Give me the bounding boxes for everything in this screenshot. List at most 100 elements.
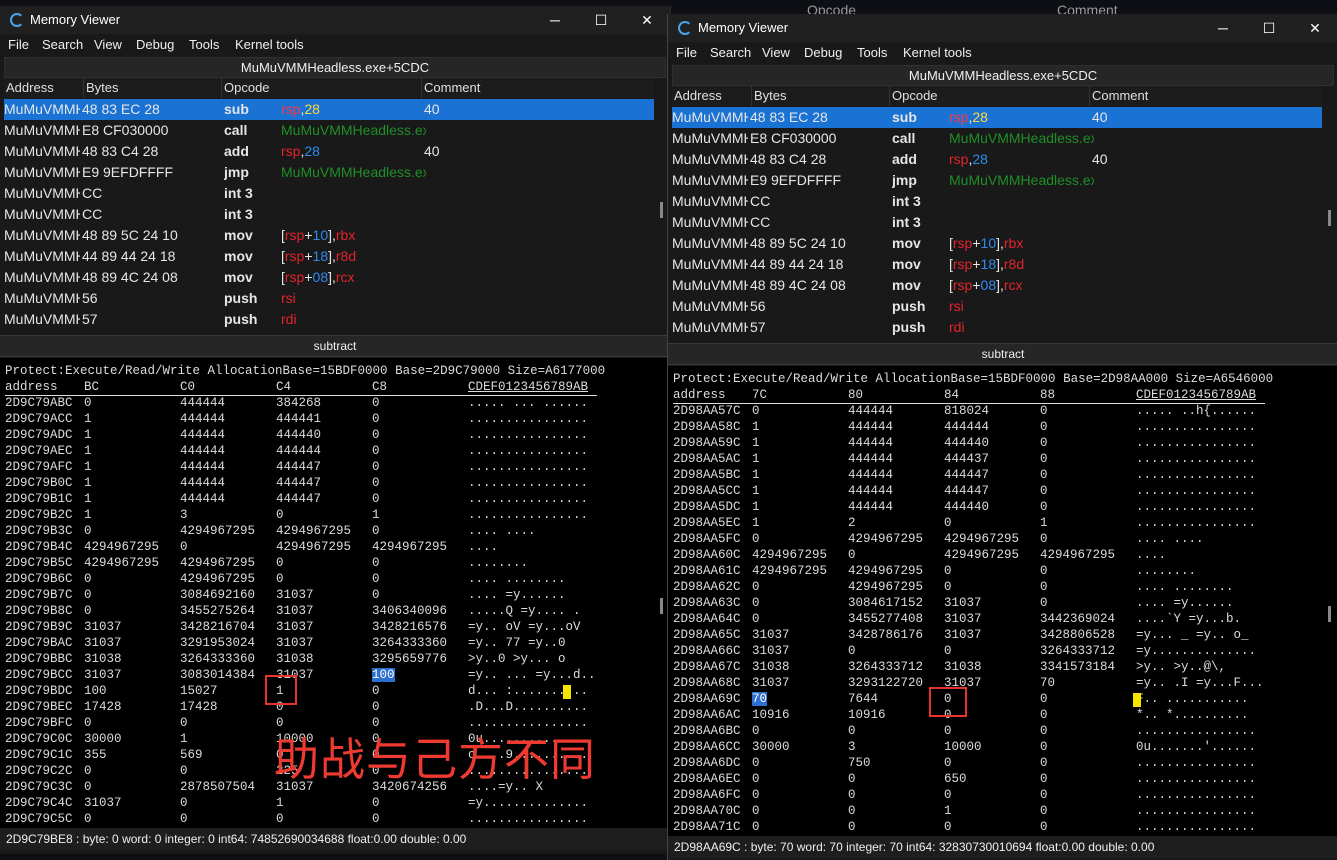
hex-row[interactable]: 2D9C79B1C 1 444444 444447 0................: [5, 492, 625, 508]
hex-row[interactable]: 2D9C79BDC 100 15027 1 0 d... :..........: [5, 684, 625, 700]
column-bytes[interactable]: Bytes: [752, 86, 890, 106]
menu-view[interactable]: View: [762, 45, 790, 60]
disassembler-scrollbar[interactable]: [660, 202, 663, 218]
hex-row[interactable]: 2D9C79BBC 31038 3264333360 31038 3295659776 >…: [5, 652, 625, 668]
hex-row[interactable]: 2D9C79BEC 17428 17428 0 0 .D...D..........: [5, 700, 625, 716]
menu-search[interactable]: Search: [42, 37, 83, 52]
column-comment[interactable]: Comment: [422, 78, 654, 98]
hex-row[interactable]: 2D98AA6DC 0 750 0 0................: [673, 756, 1293, 772]
menu-tools[interactable]: Tools: [857, 45, 887, 60]
hex-row[interactable]: 2D9C79AEC 1 444444 444444 0................: [5, 444, 625, 460]
hex-row[interactable]: 2D98AA6EC 0 0 650 0................: [673, 772, 1293, 788]
hex-row[interactable]: 2D98AA63C 0 3084617152 31037 0 .... =y......: [673, 596, 1293, 612]
maximize-button[interactable]: ☐: [1246, 14, 1292, 42]
column-opcode[interactable]: Opcode: [890, 86, 1090, 106]
menu-tools[interactable]: Tools: [189, 37, 219, 52]
disasm-row[interactable]: MuMuVMMHeadless.exe+5CE548 83 C4 28 add rs…: [4, 141, 654, 162]
disasm-row[interactable]: MuMuVMMHeadless.exe+5CEFCC int 3: [672, 212, 1322, 233]
hex-row[interactable]: 2D98AA5DC 1 444444 444440 0................: [673, 500, 1293, 516]
disasm-row[interactable]: MuMuVMMHeadless.exe+5D0057 push rdi: [672, 317, 1322, 338]
column-address[interactable]: Address: [4, 78, 84, 98]
hex-row[interactable]: 2D98AA71C 0 0 0 0................: [673, 820, 1293, 836]
hex-row[interactable]: 2D98AA6CC 30000 3 10000 0 0u.......'......: [673, 740, 1293, 756]
disasm-row[interactable]: MuMuVMMHeadless.exe+5CF544 89 44 24 18 mo…: [4, 246, 654, 267]
menu-search[interactable]: Search: [710, 45, 751, 60]
menu-kernel-tools[interactable]: Kernel tools: [235, 37, 304, 52]
disasm-row[interactable]: MuMuVMMHeadless.exe+5D0057 push rdi: [4, 309, 654, 330]
disassembler-scrollbar[interactable]: [1328, 210, 1331, 226]
close-button[interactable]: ✕: [1292, 14, 1337, 42]
hex-row[interactable]: 2D98AA69C 70 7644 0 0 F.. ...........: [673, 692, 1293, 708]
hex-row[interactable]: 2D98AA59C 1 444444 444440 0................: [673, 436, 1293, 452]
disasm-row[interactable]: MuMuVMMHeadless.exe+5CE0E8 CF030000 call M…: [4, 120, 654, 141]
hex-scrollbar[interactable]: [660, 598, 663, 614]
disasm-row[interactable]: MuMuVMMHeadless.exe+5CFF56 push rsi: [672, 296, 1322, 317]
disasm-row[interactable]: MuMuVMMHeadless.exe+5CDC48 83 EC 28 sub rs…: [672, 107, 1322, 128]
disasm-row[interactable]: MuMuVMMHeadless.exe+5CFA48 89 4C 24 08 mo…: [672, 275, 1322, 296]
minimize-button[interactable]: ─: [532, 6, 578, 34]
hex-row[interactable]: 2D9C79B3C 0 4294967295 4294967295 0 .... ....: [5, 524, 625, 540]
hex-row[interactable]: 2D98AA62C 0 4294967295 0 0 .... ........: [673, 580, 1293, 596]
close-button[interactable]: ✕: [624, 6, 670, 34]
column-opcode[interactable]: Opcode: [222, 78, 422, 98]
menu-file[interactable]: File: [8, 37, 29, 52]
hex-row[interactable]: 2D98AA5BC 1 444444 444447 0................: [673, 468, 1293, 484]
hex-row[interactable]: 2D9C79ACC 1 444444 444441 0................: [5, 412, 625, 428]
hex-row[interactable]: 2D98AA64C 0 3455277408 31037 3442369024 ....`…: [673, 612, 1293, 628]
hex-row[interactable]: 2D9C79B7C 0 3084692160 31037 0 .... =y......: [5, 588, 625, 604]
hex-row[interactable]: 2D98AA61C 4294967295 4294967295 0 0 ........: [673, 564, 1293, 580]
disasm-row[interactable]: MuMuVMMHeadless.exe+5CE548 83 C4 28 add rs…: [672, 149, 1322, 170]
disasm-row[interactable]: MuMuVMMHeadless.exe+5CE0E8 CF030000 call M…: [672, 128, 1322, 149]
hex-row[interactable]: 2D98AA57C 0 444444 818024 0 ..... ..h{......: [673, 404, 1293, 420]
menu-debug[interactable]: Debug: [136, 37, 174, 52]
hex-row[interactable]: 2D98AA6AC 10916 10916 0 0 *.. *..........: [673, 708, 1293, 724]
hex-row[interactable]: 2D9C79B2C 1 3 0 1................: [5, 508, 625, 524]
disasm-row[interactable]: MuMuVMMHeadless.exe+5CFF56 push rsi: [4, 288, 654, 309]
hex-row[interactable]: 2D98AA65C 31037 3428786176 31037 3428806528 =…: [673, 628, 1293, 644]
hex-row[interactable]: 2D98AA6BC 0 0 0 0................: [673, 724, 1293, 740]
hex-row[interactable]: 2D98AA66C 31037 0 0 3264333712 =y............…: [673, 644, 1293, 660]
menu-kernel-tools[interactable]: Kernel tools: [903, 45, 972, 60]
disasm-row[interactable]: MuMuVMMHeadless.exe+5CF048 89 5C 24 10 mo…: [672, 233, 1322, 254]
hex-row[interactable]: 2D98AA5AC 1 444444 444437 0................: [673, 452, 1293, 468]
menu-view[interactable]: View: [94, 37, 122, 52]
hex-scrollbar[interactable]: [1328, 606, 1331, 622]
hex-row[interactable]: 2D9C79B6C 0 4294967295 0 0 .... ........: [5, 572, 625, 588]
hex-row[interactable]: 2D9C79B4C 4294967295 0 4294967295 4294967295…: [5, 540, 625, 556]
hex-row[interactable]: 2D98AA70C 0 0 1 0................: [673, 804, 1293, 820]
hex-row[interactable]: 2D98AA68C 31037 3293122720 31037 70 =y.. .I =…: [673, 676, 1293, 692]
hex-row[interactable]: 2D9C79BCC 31037 3083014384 31037 100 =y.. ...…: [5, 668, 625, 684]
hex-row[interactable]: 2D9C79B8C 0 3455275264 31037 3406340096.....…: [5, 604, 625, 620]
disasm-row[interactable]: MuMuVMMHeadless.exe+5CF048 89 5C 24 10 mo…: [4, 225, 654, 246]
address-bar[interactable]: MuMuVMMHeadless.exe+5CDC: [672, 65, 1334, 86]
disasm-row[interactable]: MuMuVMMHeadless.exe+5CF544 89 44 24 18 mo…: [672, 254, 1322, 275]
column-comment[interactable]: Comment: [1090, 86, 1322, 106]
menu-file[interactable]: File: [676, 45, 697, 60]
hex-row[interactable]: 2D98AA67C 31038 3264333712 31038 3341573184 >…: [673, 660, 1293, 676]
hex-row[interactable]: 2D9C79AFC 1 444444 444447 0................: [5, 460, 625, 476]
disasm-row[interactable]: MuMuVMMHeadless.exe+5CEECC int 3: [672, 191, 1322, 212]
hex-view[interactable]: Protect:Execute/Read/Write AllocationBas…: [668, 366, 1337, 836]
hex-row[interactable]: 2D98AA58C 1 444444 444444 0................: [673, 420, 1293, 436]
hex-row[interactable]: 2D9C79ADC 1 444444 444440 0................: [5, 428, 625, 444]
address-bar[interactable]: MuMuVMMHeadless.exe+5CDC: [4, 57, 666, 78]
column-address[interactable]: Address: [672, 86, 752, 106]
hex-row[interactable]: 2D9C79ABC 0 444444 384268 0 ..... ... ......: [5, 396, 625, 412]
hex-row[interactable]: 2D98AA6FC 0 0 0 0................: [673, 788, 1293, 804]
hex-row[interactable]: 2D98AA5EC 1 2 0 1................: [673, 516, 1293, 532]
hex-row[interactable]: 2D9C79C4C 31037 0 1 0 =y..............: [5, 796, 625, 812]
hex-row[interactable]: 2D98AA5FC 0 4294967295 4294967295 0 .... ....: [673, 532, 1293, 548]
hex-row[interactable]: 2D9C79BAC 31037 3291953024 31037 3264333360 =…: [5, 636, 625, 652]
disasm-row[interactable]: MuMuVMMHeadless.exe+5CDC48 83 EC 28 sub rs…: [4, 99, 654, 120]
hex-row[interactable]: 2D9C79C5C 0 0 0 0................: [5, 812, 625, 828]
hex-row[interactable]: 2D9C79B9C 31037 3428216704 31037 3428216576 =…: [5, 620, 625, 636]
column-bytes[interactable]: Bytes: [84, 78, 222, 98]
hex-row[interactable]: 2D9C79B5C 4294967295 4294967295 0 0 ........: [5, 556, 625, 572]
disasm-row[interactable]: MuMuVMMHeadless.exe+5CEFCC int 3: [4, 204, 654, 225]
hex-row[interactable]: 2D98AA5CC 1 444444 444447 0................: [673, 484, 1293, 500]
menu-debug[interactable]: Debug: [804, 45, 842, 60]
hex-row[interactable]: 2D98AA60C 4294967295 0 4294967295 4294967295…: [673, 548, 1293, 564]
disasm-row[interactable]: MuMuVMMHeadless.exe+5CEECC int 3: [4, 183, 654, 204]
minimize-button[interactable]: ─: [1200, 14, 1246, 42]
maximize-button[interactable]: ☐: [578, 6, 624, 34]
